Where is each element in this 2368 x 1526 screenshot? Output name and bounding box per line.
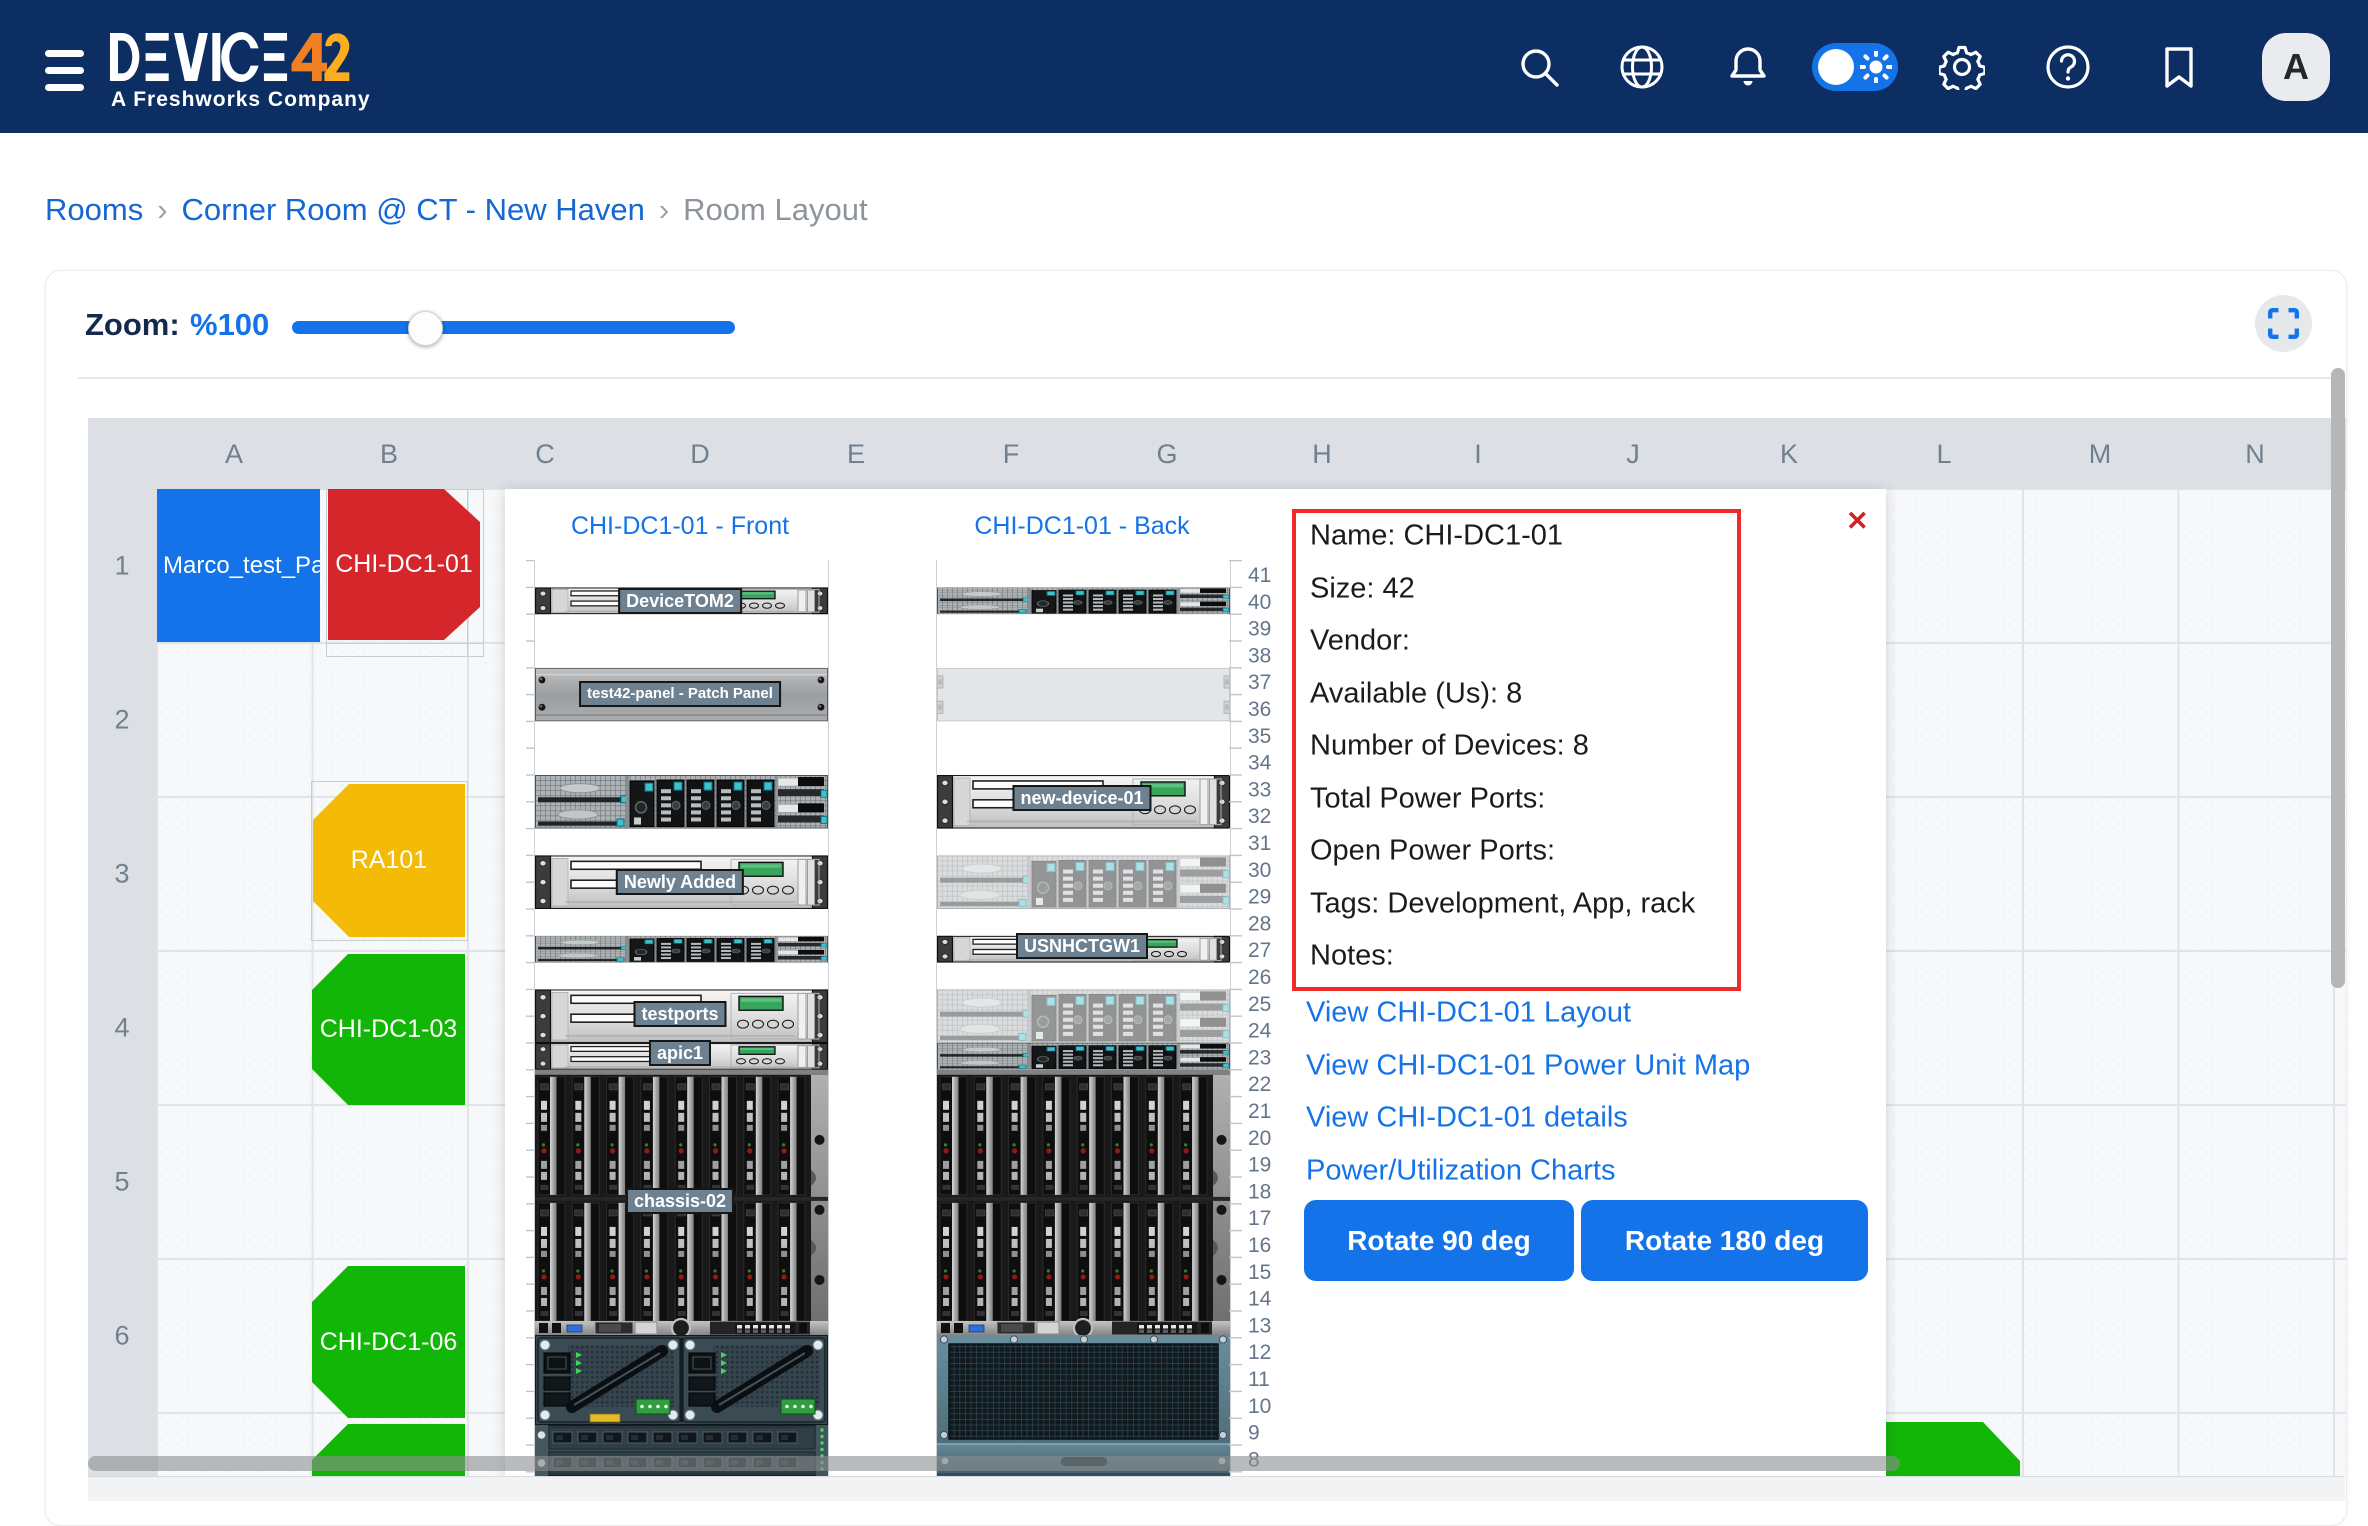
svg-text:10: 10 xyxy=(1248,1395,1271,1418)
svg-text:34: 34 xyxy=(1248,752,1272,775)
svg-text:36: 36 xyxy=(1248,698,1271,721)
svg-text:29: 29 xyxy=(1248,886,1271,909)
svg-text:33: 33 xyxy=(1248,778,1271,801)
svg-text:11: 11 xyxy=(1248,1368,1270,1391)
svg-text:22: 22 xyxy=(1248,1073,1271,1096)
svg-text:17: 17 xyxy=(1248,1207,1271,1230)
svg-text:32: 32 xyxy=(1248,805,1271,828)
svg-text:35: 35 xyxy=(1248,725,1271,748)
svg-text:31: 31 xyxy=(1248,832,1271,855)
svg-text:23: 23 xyxy=(1248,1046,1271,1069)
svg-text:13: 13 xyxy=(1248,1314,1271,1337)
svg-text:26: 26 xyxy=(1248,966,1271,989)
svg-text:37: 37 xyxy=(1248,671,1271,694)
svg-text:14: 14 xyxy=(1248,1288,1272,1311)
svg-text:16: 16 xyxy=(1248,1234,1271,1257)
svg-text:28: 28 xyxy=(1248,912,1271,935)
svg-text:24: 24 xyxy=(1248,1020,1272,1043)
svg-text:39: 39 xyxy=(1248,618,1271,641)
svg-text:40: 40 xyxy=(1248,591,1271,614)
svg-text:20: 20 xyxy=(1248,1127,1271,1150)
svg-text:12: 12 xyxy=(1248,1341,1271,1364)
svg-text:15: 15 xyxy=(1248,1261,1271,1284)
svg-text:19: 19 xyxy=(1248,1154,1271,1177)
svg-text:18: 18 xyxy=(1248,1180,1271,1203)
svg-text:30: 30 xyxy=(1248,859,1271,882)
svg-text:25: 25 xyxy=(1248,993,1271,1016)
svg-text:9: 9 xyxy=(1248,1422,1260,1445)
svg-text:21: 21 xyxy=(1248,1100,1271,1123)
svg-text:41: 41 xyxy=(1248,564,1271,587)
svg-text:27: 27 xyxy=(1248,939,1271,962)
svg-text:38: 38 xyxy=(1248,644,1271,667)
